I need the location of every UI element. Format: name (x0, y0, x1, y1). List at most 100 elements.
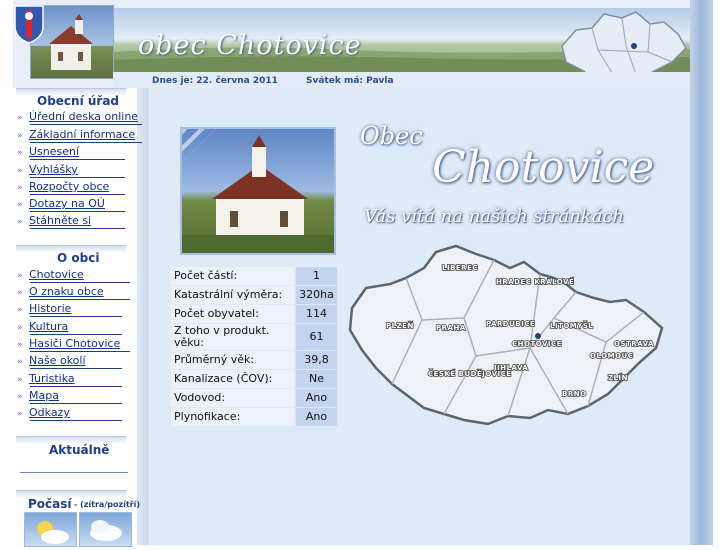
map-label-litomysl: LITOMYŠL (550, 321, 593, 330)
nav-underline (30, 403, 122, 404)
nav-underline (30, 334, 122, 335)
stat-label: Průměrný věk: (171, 351, 294, 369)
section-title-aktualne: Aktuálně (49, 443, 110, 457)
nav-item-usneseni[interactable]: » Usnesení (17, 145, 79, 158)
weather-subtitle: - (zítra/pozítří) (74, 500, 141, 509)
double-arrow-icon: » (17, 200, 23, 210)
nav-item-nase-okoli[interactable]: » Naše okolí (17, 354, 86, 367)
stat-label: Katastrální výměra: (171, 286, 294, 304)
nav-item-kultura[interactable]: » Kultura (17, 320, 68, 333)
stat-label: Z toho v produkt. věku: (171, 324, 294, 350)
stat-label: Kanalizace (ČOV): (171, 370, 294, 388)
nav-item-uredni-deska[interactable]: » Úřední deska online (17, 110, 138, 123)
nameday-text: Svátek má: Pavla (306, 76, 394, 86)
nav-underline (30, 420, 122, 421)
stat-row: Z toho v produkt. věku: 61 (171, 324, 337, 350)
nav-underline (30, 299, 130, 300)
section-title-obecni-urad: Obecní úřad (37, 94, 120, 108)
nav-item-historie[interactable]: » Historie (17, 302, 71, 315)
double-arrow-icon: » (17, 357, 23, 367)
nav-underline (30, 386, 122, 387)
nav-underline (30, 316, 122, 317)
church-photo (180, 127, 336, 255)
nav-underline (30, 124, 142, 125)
nav-underline (30, 194, 125, 195)
nav-item-hasici[interactable]: » Hasiči Chotovice (17, 337, 120, 350)
welcome-line-3: Vás vítá na našich stránkách (364, 206, 625, 227)
weather-day-after[interactable] (79, 512, 132, 547)
nav-underline (30, 368, 122, 369)
stat-value: Ne (296, 370, 337, 388)
nav-item-dotazy[interactable]: » Dotazy na OÚ (17, 197, 105, 210)
nav-underline (30, 282, 130, 283)
double-arrow-icon: » (17, 131, 23, 141)
nav-item-o-znaku[interactable]: » O znaku obce (17, 285, 104, 298)
double-arrow-icon: » (17, 183, 23, 193)
nav-item-mapa[interactable]: » Mapa (17, 389, 59, 402)
map-label-chotovice: CHOTOVICE (512, 340, 562, 348)
double-arrow-icon: » (17, 392, 23, 402)
nav-underline (30, 351, 130, 352)
map-label-zlin: ZLÍN (608, 373, 628, 382)
map-label-olomouc: OLOMOUC (590, 352, 633, 360)
stat-row: Kanalizace (ČOV): Ne (171, 370, 337, 388)
stat-row: Průměrný věk: 39,8 (171, 351, 337, 369)
double-arrow-icon: » (17, 323, 23, 333)
stat-value: Ano (296, 408, 337, 426)
double-arrow-icon: » (17, 166, 23, 176)
stat-value: Ano (296, 389, 337, 407)
double-arrow-icon: » (17, 340, 23, 350)
stat-row: Počet částí: 1 (171, 267, 337, 285)
nav-item-odkazy[interactable]: » Odkazy (17, 406, 70, 419)
stat-value: 320ha (296, 286, 337, 304)
weather-tomorrow[interactable] (24, 512, 77, 547)
stat-row: Vodovod: Ano (171, 389, 337, 407)
map-label-plzen: PLZEŇ (386, 321, 414, 330)
stat-label: Vodovod: (171, 389, 294, 407)
weather-title: Počasí (28, 497, 72, 511)
stat-label: Počet částí: (171, 267, 294, 285)
stat-row: Počet obyvatel: 114 (171, 305, 337, 323)
coat-of-arms-icon (13, 4, 45, 44)
nav-item-chotovice[interactable]: » Chotovice (17, 268, 84, 281)
double-arrow-icon: » (17, 305, 23, 315)
nav-item-zakladni-informace[interactable]: » Základní informace (17, 128, 135, 141)
stat-label: Plynofikace: (171, 408, 294, 426)
map-label-ceske-budejovice: ČESKÉ BUDĚJOVICE (428, 369, 512, 378)
page-margin (713, 0, 727, 545)
welcome-line-1: Obec (360, 122, 423, 150)
sidebar-rail (137, 88, 149, 545)
stat-row: Plynofikace: Ano (171, 408, 337, 426)
nav-item-rozpocty[interactable]: » Rozpočty obce (17, 180, 109, 193)
nav-item-turistika[interactable]: » Turistika (17, 372, 75, 385)
map-label-pardubice: PARDUBICE (486, 320, 535, 328)
map-label-praha: PRAHA (436, 324, 466, 332)
stat-value: 39,8 (296, 351, 337, 369)
right-border (690, 0, 713, 545)
sun-cloud-icon (37, 521, 69, 544)
map-label-ostrava: OSTRAVA (614, 340, 654, 348)
double-arrow-icon: » (17, 409, 23, 419)
welcome-village-name: Chotovice (432, 142, 655, 193)
site-title: obec Chotovice (138, 30, 362, 61)
date-text: Dnes je: 22. června 2011 (152, 76, 278, 86)
stat-value: 1 (296, 267, 337, 285)
double-arrow-icon: » (17, 217, 23, 227)
section-title-o-obci: O obci (57, 251, 100, 265)
stat-row: Katastrální výměra: 320ha (171, 286, 337, 304)
news-divider (20, 472, 128, 473)
nav-underline (30, 177, 125, 178)
stat-value: 114 (296, 305, 337, 323)
double-arrow-icon: » (17, 288, 23, 298)
stat-value: 61 (296, 324, 337, 350)
nav-underline (30, 211, 125, 212)
cloud-icon (90, 520, 122, 541)
nav-item-vyhlasky[interactable]: » Vyhlášky (17, 163, 78, 176)
czech-republic-map[interactable]: LIBEREC HRADEC KRÁLOVÉ PLZEŇ PRAHA PARDU… (344, 238, 674, 428)
map-label-liberec: LIBEREC (442, 264, 478, 272)
double-arrow-icon: » (17, 375, 23, 385)
double-arrow-icon: » (17, 271, 23, 281)
double-arrow-icon: » (17, 148, 23, 158)
nav-underline (30, 159, 125, 160)
nav-item-stahnete-si[interactable]: » Stáhněte si (17, 214, 91, 227)
